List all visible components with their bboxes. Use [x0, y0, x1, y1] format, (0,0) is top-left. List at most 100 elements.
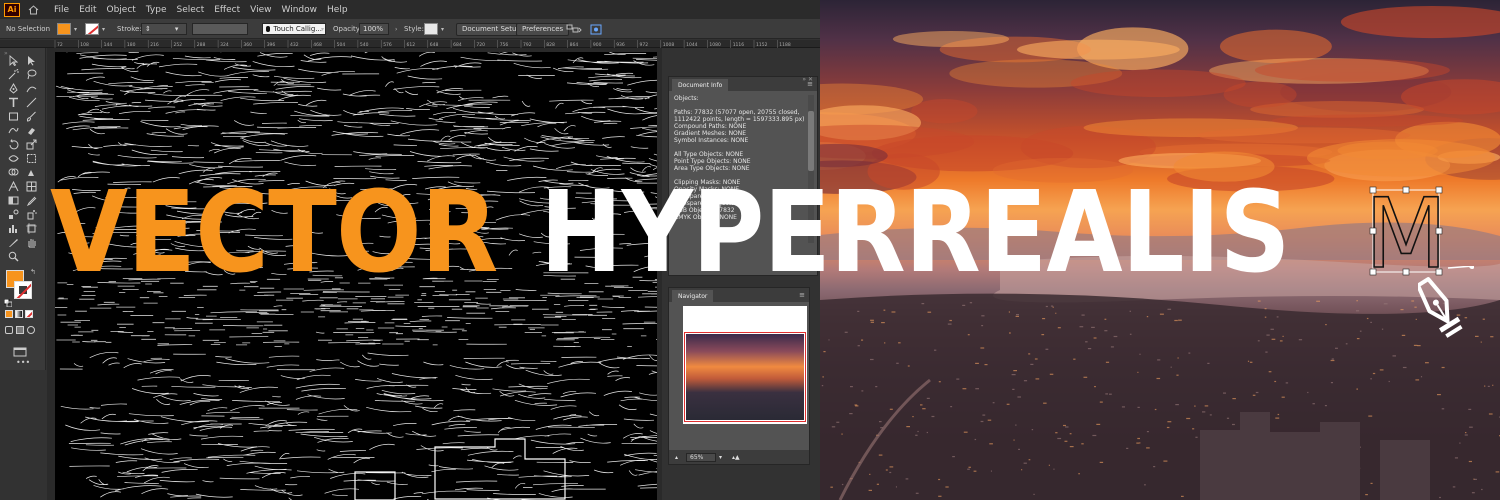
menu-select[interactable]: Select — [176, 5, 204, 15]
direct-selection-tool-icon[interactable] — [24, 54, 38, 66]
document-info-scroll-thumb[interactable] — [808, 111, 814, 171]
city-light — [1368, 415, 1373, 417]
draw-inside-icon[interactable] — [27, 326, 35, 334]
city-light — [1087, 348, 1092, 350]
stroke-color-box[interactable] — [14, 281, 32, 299]
eraser-tool-icon[interactable] — [24, 124, 38, 136]
none-mode-icon[interactable] — [25, 310, 33, 318]
menu-file[interactable]: File — [54, 5, 69, 15]
symbol-sprayer-tool-icon[interactable] — [24, 208, 38, 220]
city-light — [981, 325, 984, 327]
graphic-style-swatch[interactable]: ▾ — [424, 22, 444, 36]
default-colors-icon[interactable] — [3, 292, 13, 311]
city-light — [1033, 493, 1035, 495]
city-light — [987, 419, 992, 421]
blend-tool-icon[interactable] — [6, 208, 20, 220]
navigator-preview[interactable] — [683, 306, 807, 424]
zoom-in-icon[interactable]: ▴▲ — [732, 454, 740, 461]
magic-wand-tool-icon[interactable] — [6, 68, 20, 80]
arrange-documents-icon[interactable] — [566, 22, 582, 36]
city-light — [1282, 335, 1284, 337]
pen-tool-icon[interactable] — [6, 82, 20, 94]
city-light — [1028, 459, 1031, 461]
live-paint-tool-icon[interactable] — [24, 166, 38, 178]
paintbrush-tool-icon[interactable] — [24, 110, 38, 122]
line-tool-icon[interactable] — [24, 96, 38, 108]
city-light — [922, 408, 926, 410]
curvature-tool-icon[interactable] — [24, 82, 38, 94]
shape-builder-tool-icon[interactable] — [6, 166, 20, 178]
opacity-field[interactable]: 100% — [359, 22, 389, 36]
city-light — [1063, 424, 1066, 427]
selection-tool-icon[interactable] — [6, 54, 20, 66]
horizontal-ruler[interactable]: 72 108 144 180 216 252 288 324 360 396 432 468 504 54… — [0, 40, 820, 48]
fill-color-swatch[interactable]: ▾ — [57, 22, 77, 36]
city-light — [1330, 359, 1335, 362]
type-tool-icon[interactable] — [6, 96, 20, 108]
home-icon[interactable] — [24, 3, 42, 17]
city-light — [1121, 406, 1125, 408]
mesh-tool-icon[interactable] — [24, 180, 38, 192]
menu-object[interactable]: Object — [107, 5, 136, 15]
swap-fill-stroke-icon[interactable]: ↰ — [30, 268, 36, 276]
free-transform-tool-icon[interactable] — [24, 152, 38, 164]
panel-menu-icon[interactable]: ≡ — [807, 80, 813, 88]
city-light — [1279, 340, 1283, 342]
puppet-warp-icon[interactable] — [590, 22, 602, 36]
zoom-tool-icon[interactable] — [6, 250, 20, 262]
zoom-out-icon[interactable]: ▴ — [675, 454, 678, 461]
stroke-weight-stepper[interactable]: ⇕ ▾ — [141, 22, 187, 36]
variable-width-field[interactable] — [192, 22, 248, 36]
color-mode-icon[interactable] — [5, 310, 13, 318]
zoom-field[interactable]: 65% — [686, 452, 717, 462]
slice-tool-icon[interactable] — [6, 236, 20, 248]
edit-toolbar-icon[interactable]: ••• — [16, 358, 30, 367]
rectangle-tool-icon[interactable] — [6, 110, 20, 122]
scale-tool-icon[interactable] — [24, 138, 38, 150]
opacity-label[interactable]: Opacity: — [333, 22, 362, 36]
rotate-tool-icon[interactable] — [6, 138, 20, 150]
brush-dropdown-arrow-icon[interactable]: ▾ — [318, 22, 324, 36]
menu-window[interactable]: Window — [282, 5, 318, 15]
hand-tool-icon[interactable] — [24, 236, 38, 248]
city-light — [984, 364, 988, 366]
tab-document-info[interactable]: Document Info — [672, 79, 729, 91]
city-light — [926, 431, 928, 434]
draw-behind-icon[interactable] — [16, 326, 24, 334]
menu-help[interactable]: Help — [327, 5, 348, 15]
menu-type[interactable]: Type — [146, 5, 167, 15]
city-light — [1105, 393, 1108, 395]
brush-definition-dropdown[interactable]: Touch Callig... — [262, 22, 326, 36]
preferences-button[interactable]: Preferences — [516, 22, 570, 36]
city-light — [1356, 338, 1360, 340]
city-light — [1146, 431, 1149, 433]
gradient-mode-icon[interactable] — [15, 310, 23, 318]
stroke-color-swatch[interactable]: ▾ — [85, 22, 105, 36]
city-light — [1137, 437, 1140, 440]
eyedropper-tool-icon[interactable] — [24, 194, 38, 206]
city-light — [1441, 366, 1445, 369]
city-light — [861, 339, 864, 341]
document-info-header: Document Info — [669, 77, 817, 91]
perspective-grid-tool-icon[interactable] — [6, 180, 20, 192]
city-light — [1202, 411, 1206, 413]
artboard-tool-icon[interactable] — [24, 222, 38, 234]
city-light — [1372, 372, 1376, 375]
outlined-letter-m-with-handles[interactable]: M — [1369, 186, 1443, 276]
navigator-view-box[interactable] — [684, 332, 806, 422]
gradient-tool-icon[interactable] — [6, 194, 20, 206]
zoom-dropdown-icon[interactable]: ▾ — [719, 454, 722, 461]
column-graph-tool-icon[interactable] — [6, 222, 20, 234]
shaper-tool-icon[interactable] — [6, 124, 20, 136]
city-light — [1177, 357, 1179, 359]
width-tool-icon[interactable] — [6, 152, 20, 164]
menu-edit[interactable]: Edit — [79, 5, 96, 15]
opacity-arrow-icon[interactable]: › — [392, 22, 397, 36]
city-light — [1013, 370, 1017, 372]
city-light — [1055, 312, 1057, 314]
city-light — [1099, 401, 1103, 403]
lasso-tool-icon[interactable] — [24, 68, 38, 80]
draw-normal-icon[interactable] — [5, 326, 13, 334]
menu-effect[interactable]: Effect — [214, 5, 240, 15]
menu-view[interactable]: View — [250, 5, 271, 15]
